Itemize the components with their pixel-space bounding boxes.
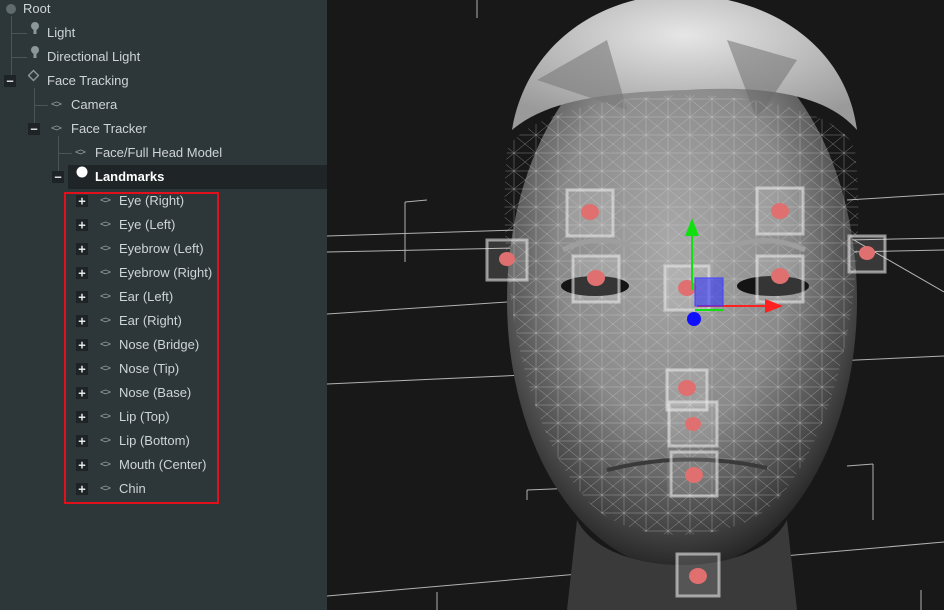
highlight-box xyxy=(64,192,219,504)
tree-item-camera[interactable]: <> Camera xyxy=(0,93,327,117)
landmark-eyebrow-right[interactable] xyxy=(755,186,805,236)
code-tag-icon: <> xyxy=(51,123,62,134)
z-axis-handle-icon xyxy=(687,312,701,326)
landmark-chin[interactable] xyxy=(675,552,721,598)
landmark-eyebrow-left[interactable] xyxy=(565,188,615,238)
landmark-lip-top[interactable] xyxy=(669,450,719,498)
tree-item-label: Light xyxy=(47,25,76,40)
collapse-toggle[interactable]: − xyxy=(52,171,64,183)
tree-item-label: Camera xyxy=(71,97,118,112)
tree-item-face-model[interactable]: <> Face/Full Head Model xyxy=(0,141,327,165)
tree-item-landmarks[interactable]: Landmarks xyxy=(68,165,327,189)
viewport-scene[interactable] xyxy=(327,0,944,610)
tree-item-face-tracking[interactable]: − Face Tracking xyxy=(0,69,327,93)
scene-tree-panel: Root Light Directional Light − Face Trac… xyxy=(0,0,327,610)
collapse-toggle[interactable]: − xyxy=(4,75,16,87)
tree-item-root[interactable]: Root xyxy=(0,0,327,21)
tree-item-directional-light[interactable]: Directional Light xyxy=(0,45,327,69)
tree-item-face-tracker[interactable]: − <> Face Tracker xyxy=(0,117,327,141)
collapse-toggle[interactable]: − xyxy=(28,123,40,135)
landmark-eye-left[interactable] xyxy=(755,254,805,304)
landmark-eye-right[interactable] xyxy=(571,254,621,304)
landmark-nose-base[interactable] xyxy=(667,400,719,448)
tree-item-label: Face Tracker xyxy=(71,121,147,136)
code-tag-icon: <> xyxy=(51,99,62,110)
tree-item-label: Directional Light xyxy=(47,49,141,64)
landmark-ear-right[interactable] xyxy=(847,234,887,274)
tree-item-light[interactable]: Light xyxy=(0,21,327,45)
3d-viewport[interactable] xyxy=(327,0,944,610)
tree-item-label: Face/Full Head Model xyxy=(95,145,223,160)
tree-item-label: Landmarks xyxy=(95,169,165,184)
tree-item-label: Face Tracking xyxy=(47,73,129,88)
landmark-ear-left[interactable] xyxy=(485,238,529,282)
